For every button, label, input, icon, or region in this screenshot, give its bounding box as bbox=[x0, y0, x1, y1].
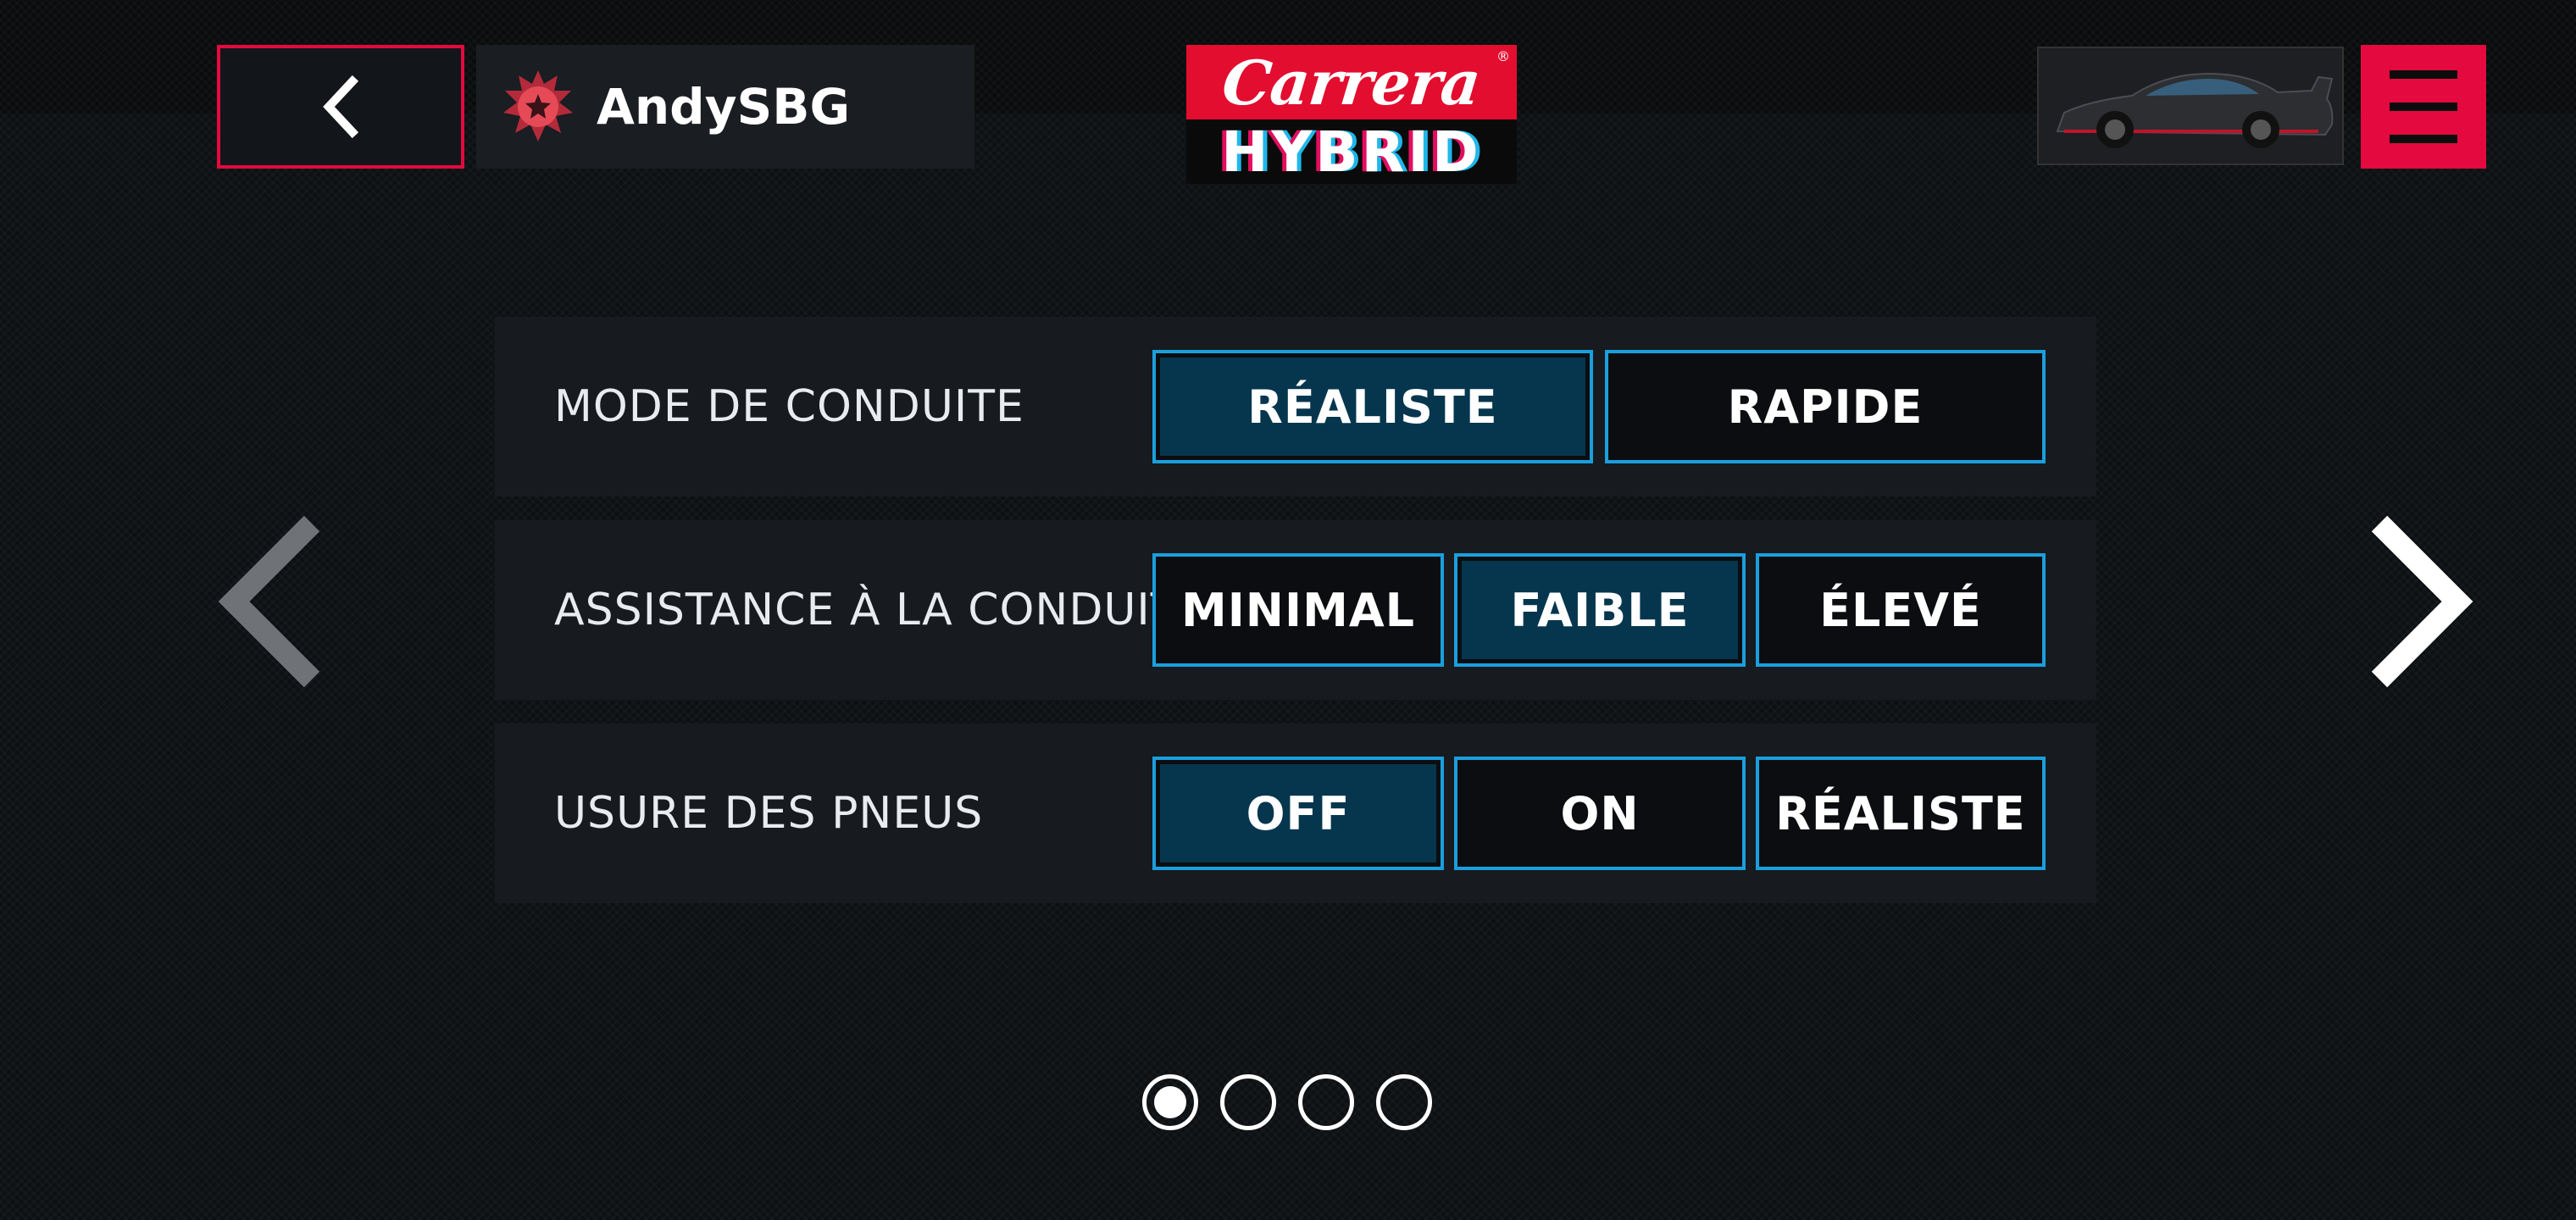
page-dot[interactable] bbox=[1376, 1074, 1432, 1130]
logo-registered-mark: ® bbox=[1496, 48, 1510, 64]
logo-bottom-band: HYBRID bbox=[1186, 119, 1517, 185]
username: AndySBG bbox=[597, 78, 851, 136]
option-rapide[interactable]: RAPIDE bbox=[1605, 350, 2046, 463]
setting-row-tire-wear: USURE DES PNEUS OFF ON RÉALISTE bbox=[495, 724, 2096, 903]
next-page-arrow-icon[interactable] bbox=[2364, 508, 2483, 695]
hamburger-menu-icon bbox=[2390, 135, 2457, 143]
menu-button[interactable] bbox=[2361, 45, 2486, 169]
setting-row-driving-assistance: ASSISTANCE À LA CONDUITE MINIMAL FAIBLE … bbox=[495, 520, 2096, 700]
option-faible[interactable]: FAIBLE bbox=[1454, 553, 1746, 667]
option-off[interactable]: OFF bbox=[1152, 757, 1444, 870]
page-dot[interactable] bbox=[1220, 1074, 1276, 1130]
setting-row-driving-mode: MODE DE CONDUITE RÉALISTE RAPIDE bbox=[495, 317, 2096, 496]
page-dot[interactable] bbox=[1298, 1074, 1354, 1130]
user-profile[interactable]: AndySBG bbox=[476, 45, 974, 169]
option-realiste[interactable]: RÉALISTE bbox=[1756, 757, 2046, 870]
hamburger-menu-icon bbox=[2390, 70, 2457, 79]
setting-label: ASSISTANCE À LA CONDUITE bbox=[554, 585, 1208, 635]
option-eleve[interactable]: ÉLEVÉ bbox=[1756, 553, 2046, 667]
setting-label: MODE DE CONDUITE bbox=[554, 381, 1024, 432]
carrera-hybrid-logo: Carrera ® HYBRID bbox=[1186, 45, 1517, 185]
race-car-icon bbox=[2056, 72, 2334, 148]
car-thumbnail[interactable] bbox=[2037, 47, 2344, 165]
pagination-dots bbox=[1142, 1074, 1432, 1130]
logo-top-band: Carrera ® bbox=[1186, 45, 1517, 119]
back-button[interactable] bbox=[217, 45, 464, 169]
setting-label: USURE DES PNEUS bbox=[554, 788, 984, 839]
option-on[interactable]: ON bbox=[1454, 757, 1746, 870]
chevron-left-icon bbox=[323, 75, 359, 139]
hamburger-menu-icon bbox=[2390, 103, 2457, 111]
previous-page-arrow-icon[interactable] bbox=[208, 508, 327, 695]
logo-hybrid-text: HYBRID bbox=[1221, 119, 1482, 185]
logo-carrera-text: Carrera bbox=[1219, 46, 1485, 119]
option-realiste[interactable]: RÉALISTE bbox=[1152, 350, 1593, 463]
option-minimal[interactable]: MINIMAL bbox=[1152, 553, 1444, 667]
star-badge-icon bbox=[503, 70, 573, 141]
page-dot[interactable] bbox=[1142, 1074, 1198, 1130]
